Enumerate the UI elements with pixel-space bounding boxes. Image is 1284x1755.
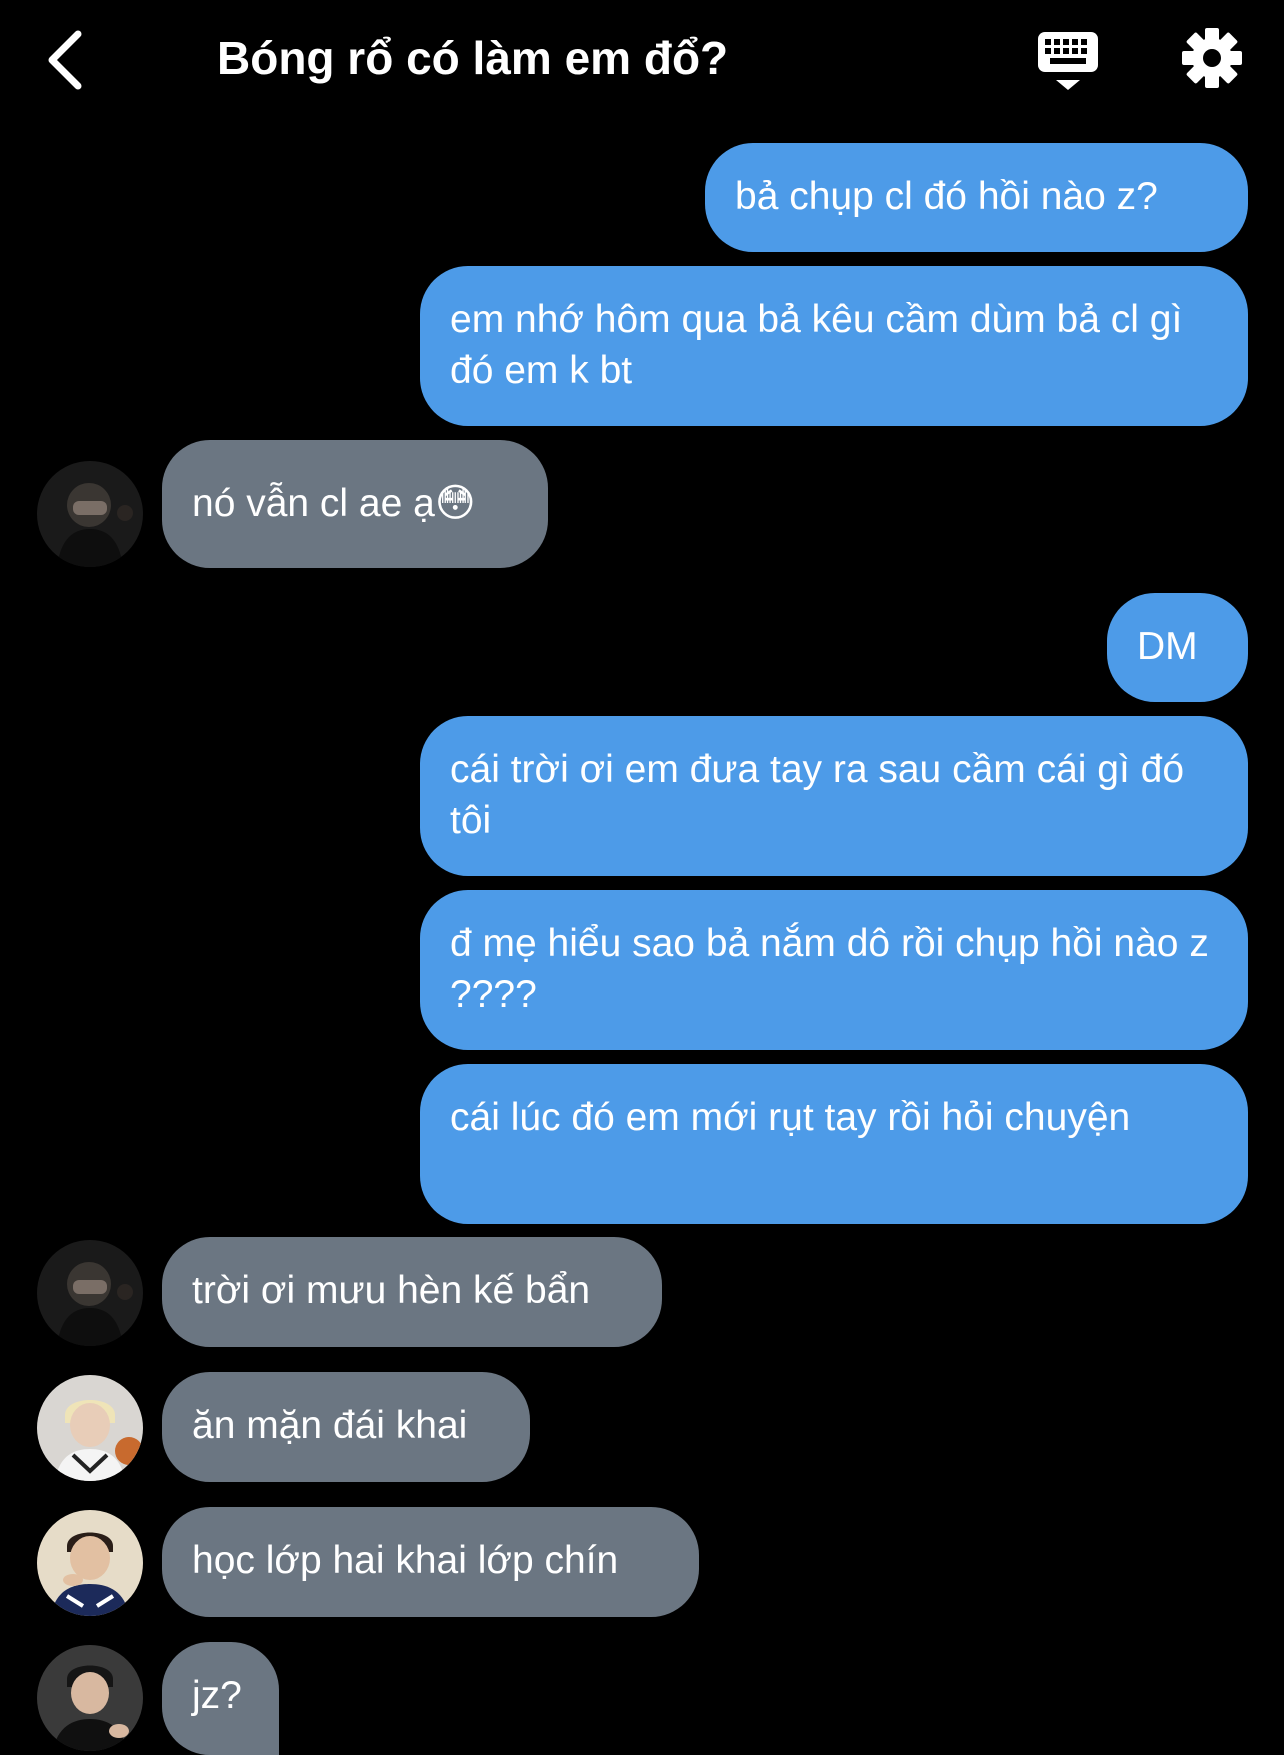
sender-avatar[interactable] <box>37 461 143 567</box>
outgoing-message-bubble[interactable]: DM <box>1107 593 1248 702</box>
avatar-1-image <box>37 461 143 567</box>
incoming-message-bubble[interactable]: nó vẫn cl ae ạ😳 <box>162 440 548 568</box>
incoming-message-bubble[interactable]: jz? <box>162 1642 279 1755</box>
avatar-2-image <box>37 1375 143 1481</box>
avatar-1-image <box>37 1240 143 1346</box>
outgoing-message-bubble[interactable]: bả chụp cl đó hồi nào z? <box>705 143 1248 252</box>
outgoing-message-bubble[interactable]: cái lúc đó em mới rụt tay rồi hỏi chuyện <box>420 1064 1248 1224</box>
sender-avatar[interactable] <box>37 1240 143 1346</box>
avatar-3-image <box>37 1510 143 1616</box>
incoming-message-bubble[interactable]: ăn mặn đái khai <box>162 1372 530 1482</box>
outgoing-message-bubble[interactable]: em nhớ hôm qua bả kêu cầm dùm bả cl gì đ… <box>420 266 1248 426</box>
incoming-message-bubble[interactable]: trời ơi mưu hèn kế bẩn <box>162 1237 662 1347</box>
sender-avatar[interactable] <box>37 1645 143 1751</box>
outgoing-message-bubble[interactable]: đ mẹ hiểu sao bả nắm dô rồi chụp hồi nào… <box>420 890 1248 1050</box>
outgoing-message-bubble[interactable]: cái trời ơi em đưa tay ra sau cầm cái gì… <box>420 716 1248 876</box>
incoming-message-bubble[interactable]: học lớp hai khai lớp chín <box>162 1507 699 1617</box>
avatar-4-image <box>37 1645 143 1751</box>
sender-avatar[interactable] <box>37 1375 143 1481</box>
message-list[interactable]: bả chụp cl đó hồi nào z? em nhớ hôm qua … <box>0 0 1284 1755</box>
sender-avatar[interactable] <box>37 1510 143 1616</box>
